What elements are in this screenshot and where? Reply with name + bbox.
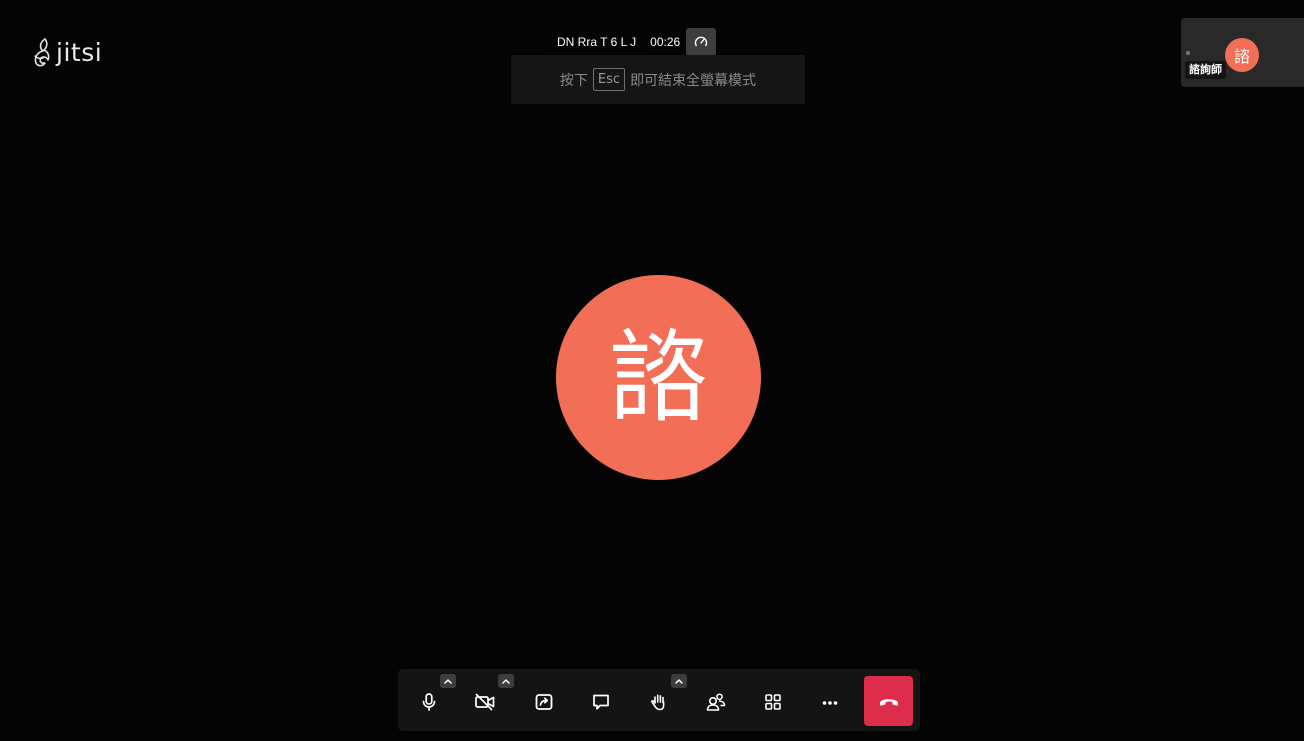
- hint-prefix: 按下: [559, 72, 588, 89]
- share-screen-icon: [534, 692, 554, 712]
- conference-info-bar: DN Rra T 6 L J 00:26: [547, 28, 717, 56]
- status-dot: [1186, 51, 1190, 55]
- tile-view-button[interactable]: [750, 679, 796, 725]
- chat-icon: [591, 692, 611, 712]
- more-actions-button[interactable]: [807, 679, 853, 725]
- jitsi-logo-text: jitsi: [56, 37, 103, 67]
- chat-button[interactable]: [578, 679, 624, 725]
- toolbar: [398, 669, 920, 731]
- share-screen-button[interactable]: [521, 679, 567, 725]
- more-icon: [820, 692, 840, 712]
- hangup-icon: [878, 694, 900, 708]
- thumbnail-avatar: 諮: [1225, 38, 1259, 72]
- jitsi-logo-icon: [31, 36, 53, 68]
- main-avatar-initial: 諮: [608, 318, 709, 436]
- hint-suffix: 即可結束全螢幕模式: [630, 72, 757, 89]
- hangup-button[interactable]: [864, 676, 913, 726]
- hand-icon: [649, 692, 669, 712]
- microphone-icon: [419, 692, 439, 712]
- fullscreen-exit-hint: 按下 Esc 即可結束全螢幕模式: [511, 55, 805, 104]
- camera-off-icon: [474, 692, 496, 712]
- room-name: DN Rra T 6 L J: [547, 28, 647, 56]
- chevron-up-icon: [501, 677, 511, 685]
- conference-timer: 00:26: [650, 35, 681, 49]
- jitsi-logo[interactable]: jitsi: [31, 36, 102, 68]
- tile-view-icon: [763, 692, 783, 712]
- thumbnail-display-name: 諮詢師: [1185, 61, 1226, 80]
- connection-stats-button[interactable]: [686, 28, 717, 56]
- chevron-up-icon: [674, 677, 684, 685]
- participants-button[interactable]: [693, 679, 739, 725]
- filmstrip-thumbnail[interactable]: 諮 諮詢師: [1181, 18, 1304, 87]
- conference-stage: jitsi DN Rra T 6 L J 00:26 按下 Esc 即可結束全螢…: [0, 0, 1304, 741]
- main-participant-avatar: 諮: [556, 275, 761, 480]
- gauge-icon: [694, 35, 708, 49]
- participants-icon: [705, 692, 727, 712]
- microphone-options-button[interactable]: [440, 674, 456, 688]
- camera-options-button[interactable]: [498, 674, 514, 688]
- reactions-options-button[interactable]: [671, 674, 687, 688]
- chevron-up-icon: [443, 677, 453, 685]
- thumbnail-avatar-initial: 諮: [1233, 47, 1250, 66]
- esc-key: Esc: [592, 68, 626, 91]
